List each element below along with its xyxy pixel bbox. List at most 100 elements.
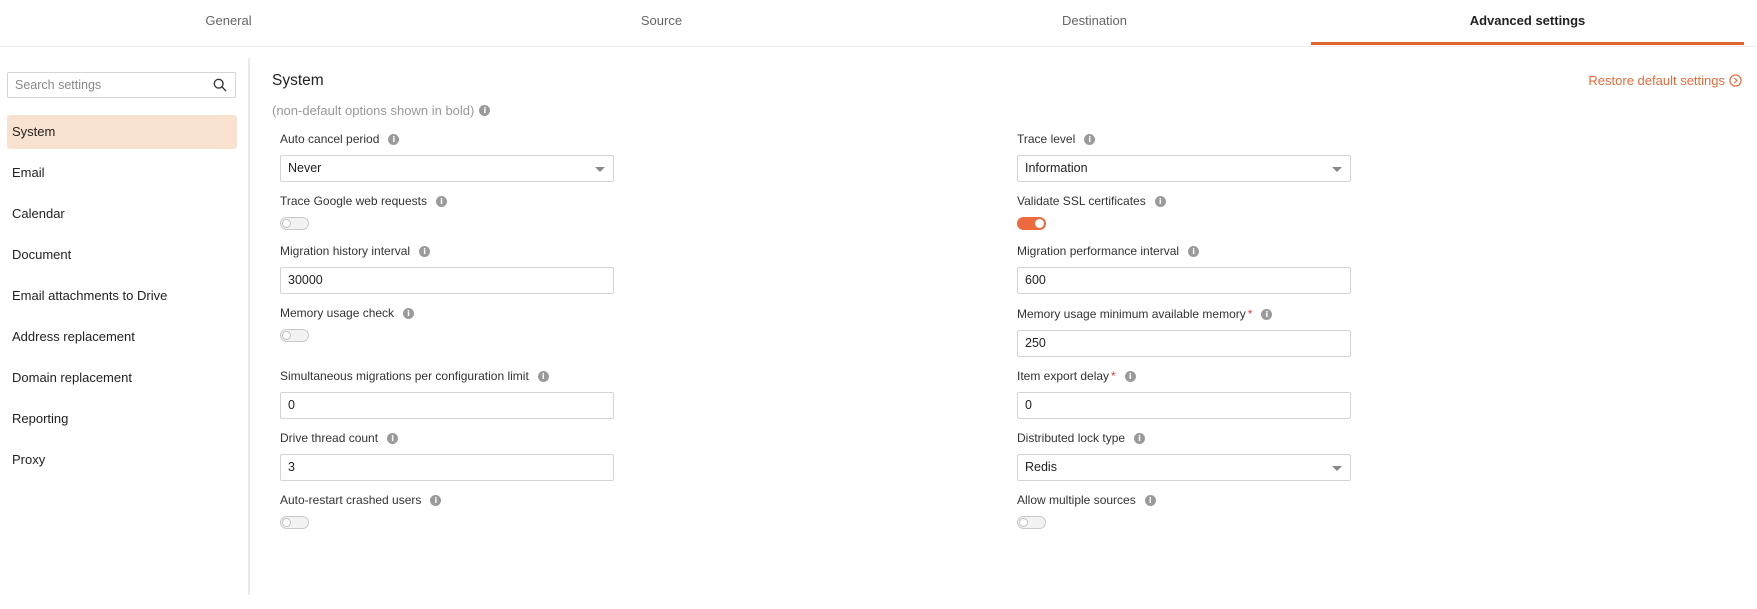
field-label: Distributed lock type [1017, 431, 1126, 445]
field-allow-multiple-sources: Allow multiple sources i [1017, 492, 1357, 529]
info-icon[interactable]: i [1084, 133, 1096, 145]
non-default-hint: (non-default options shown in bold) i [272, 103, 491, 118]
field-memory-min-available: Memory usage minimum available memory * i … [1017, 306, 1357, 357]
field-memory-usage-check: Memory usage check i [280, 305, 620, 342]
restore-label: Restore default settings [1588, 73, 1725, 88]
input-value: 30000 [288, 273, 323, 287]
sidebar-item-email-attachments-to-drive[interactable]: Email attachments to Drive [7, 279, 237, 313]
sidebar-item-address-replacement[interactable]: Address replacement [7, 320, 237, 354]
tab-source[interactable]: Source [445, 0, 878, 44]
field-validate-ssl-certificates: Validate SSL certificates i [1017, 193, 1357, 230]
section-title: System [272, 72, 324, 89]
field-auto-restart-crashed-users: Auto-restart crashed users i [280, 492, 620, 529]
info-icon[interactable]: i [387, 432, 399, 444]
toggle-knob [282, 518, 291, 527]
field-label: Drive thread count [280, 431, 379, 445]
arrow-circle-right-icon [1729, 74, 1742, 87]
field-trace-level: Trace level i Information [1017, 131, 1357, 182]
field-simultaneous-migrations-limit: Simultaneous migrations per configuratio… [280, 368, 620, 419]
input-value: 0 [1025, 398, 1032, 412]
sidebar-item-document[interactable]: Document [7, 238, 237, 272]
toggle-knob [282, 331, 291, 340]
field-label: Allow multiple sources [1017, 493, 1136, 507]
info-icon[interactable]: i [1134, 432, 1146, 444]
toggle-knob [282, 219, 291, 228]
field-label: Auto cancel period [280, 132, 380, 146]
auto-cancel-period-select[interactable]: Never [280, 155, 614, 182]
info-icon[interactable]: i [1154, 195, 1166, 207]
drive-thread-count-input[interactable]: 3 [280, 454, 614, 481]
field-auto-cancel-period: Auto cancel period i Never [280, 131, 620, 182]
sidebar-item-system[interactable]: System [7, 115, 237, 149]
tab-general[interactable]: General [12, 0, 445, 44]
info-icon[interactable]: i [1144, 494, 1156, 506]
field-label: Validate SSL certificates [1017, 194, 1146, 208]
sidebar-nav: System Email Calendar Document Email att… [7, 115, 237, 484]
chevron-down-icon [595, 167, 605, 172]
simultaneous-migrations-input[interactable]: 0 [280, 392, 614, 419]
memory-usage-check-toggle[interactable] [280, 329, 309, 342]
hint-text: (non-default options shown in bold) [272, 103, 475, 118]
info-icon[interactable]: i [403, 307, 415, 319]
field-label: Item export delay [1017, 369, 1110, 383]
chevron-down-icon [1332, 466, 1342, 471]
input-value: 3 [288, 460, 295, 474]
trace-level-select[interactable]: Information [1017, 155, 1351, 182]
field-drive-thread-count: Drive thread count i 3 [280, 430, 620, 481]
trace-google-web-requests-toggle[interactable] [280, 217, 309, 230]
toggle-knob [1019, 518, 1028, 527]
sidebar-item-proxy[interactable]: Proxy [7, 443, 237, 477]
field-label: Memory usage minimum available memory [1017, 307, 1246, 321]
field-distributed-lock-type: Distributed lock type i Redis [1017, 430, 1357, 481]
info-icon[interactable]: i [1188, 245, 1200, 257]
migration-performance-interval-input[interactable]: 600 [1017, 267, 1351, 294]
memory-min-available-input[interactable]: 250 [1017, 330, 1351, 357]
info-icon[interactable]: i [430, 494, 442, 506]
chevron-down-icon [1332, 167, 1342, 172]
field-label: Trace level [1017, 132, 1076, 146]
info-icon[interactable]: i [419, 245, 431, 257]
info-icon[interactable]: i [388, 133, 400, 145]
required-mark: * [1111, 369, 1116, 383]
input-value: 600 [1025, 273, 1046, 287]
search-box [7, 72, 236, 98]
input-value: 0 [288, 398, 295, 412]
restore-default-settings-link[interactable]: Restore default settings [1588, 73, 1742, 88]
info-icon[interactable]: i [537, 370, 549, 382]
field-item-export-delay: Item export delay * i 0 [1017, 368, 1357, 419]
sidebar-item-email[interactable]: Email [7, 156, 237, 190]
info-icon[interactable]: i [479, 105, 491, 116]
migration-history-interval-input[interactable]: 30000 [280, 267, 614, 294]
sidebar-item-reporting[interactable]: Reporting [7, 402, 237, 436]
sidebar-item-calendar[interactable]: Calendar [7, 197, 237, 231]
search-icon[interactable] [213, 78, 227, 92]
item-export-delay-input[interactable]: 0 [1017, 392, 1351, 419]
sidebar-item-domain-replacement[interactable]: Domain replacement [7, 361, 237, 395]
allow-multiple-sources-toggle[interactable] [1017, 516, 1046, 529]
settings-panel: System Restore default settings (non-def… [272, 58, 1742, 595]
select-value: Redis [1025, 460, 1057, 474]
info-icon[interactable]: i [435, 195, 447, 207]
field-label: Memory usage check [280, 306, 395, 320]
info-icon[interactable]: i [1124, 370, 1136, 382]
info-icon[interactable]: i [1261, 308, 1273, 320]
input-value: 250 [1025, 336, 1046, 350]
tab-advanced-settings[interactable]: Advanced settings [1311, 0, 1744, 45]
validate-ssl-certificates-toggle[interactable] [1017, 217, 1046, 230]
auto-restart-crashed-users-toggle[interactable] [280, 516, 309, 529]
tab-destination[interactable]: Destination [878, 0, 1311, 44]
field-label: Migration history interval [280, 244, 411, 258]
field-label: Migration performance interval [1017, 244, 1180, 258]
select-value: Information [1025, 161, 1088, 175]
field-migration-history-interval: Migration history interval i 30000 [280, 243, 620, 294]
field-migration-performance-interval: Migration performance interval i 600 [1017, 243, 1357, 294]
distributed-lock-type-select[interactable]: Redis [1017, 454, 1351, 481]
required-mark: * [1247, 307, 1253, 321]
select-value: Never [288, 161, 322, 175]
field-label: Simultaneous migrations per configuratio… [280, 369, 529, 383]
toggle-knob [1035, 219, 1044, 228]
field-label: Auto-restart crashed users [280, 493, 422, 507]
tab-bar: General Source Destination Advanced sett… [0, 0, 1757, 47]
field-label: Trace Google web requests [280, 194, 427, 208]
search-input[interactable] [15, 77, 205, 93]
